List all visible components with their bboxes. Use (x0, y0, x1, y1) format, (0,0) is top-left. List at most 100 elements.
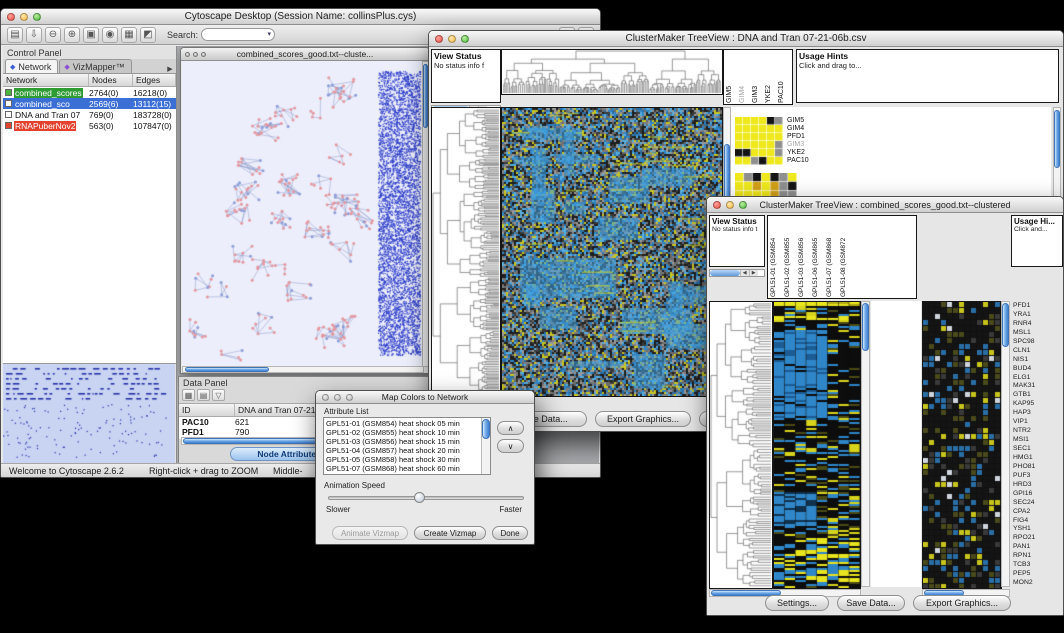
network-overview-panel[interactable] (3, 363, 176, 463)
gene-label[interactable]: KAP95 (1013, 399, 1063, 408)
move-down-button[interactable]: ∨ (497, 439, 524, 453)
gene-label[interactable]: NIS1 (1013, 355, 1063, 364)
gene-label[interactable]: CLN1 (1013, 346, 1063, 355)
row-label[interactable]: GIM4 (787, 125, 809, 133)
row-dendrogram-canvas[interactable] (709, 301, 773, 589)
maximize-button[interactable] (346, 394, 353, 401)
close-button[interactable] (7, 13, 15, 21)
network-row[interactable]: combined_sco 2569(6) 13112(15) (3, 98, 176, 109)
gene-label[interactable]: SEC1 (1013, 444, 1063, 453)
column-label[interactable]: PAC10 (778, 51, 790, 103)
gene-label[interactable]: BUD4 (1013, 364, 1063, 373)
view-status-scrollbar[interactable]: ◀ ▶ (709, 269, 765, 277)
network-table-header-cell[interactable]: Nodes (89, 74, 133, 86)
tab-overflow-arrow[interactable]: ▶ (164, 65, 176, 73)
close-button[interactable] (322, 394, 329, 401)
chevron-down-icon[interactable]: ▾ (268, 30, 272, 38)
attribute-item[interactable]: GPL51-07 (GSM868) heat shock 60 min (326, 464, 480, 473)
scrollbar-thumb[interactable] (1002, 303, 1009, 347)
row-label[interactable]: PFD1 (787, 133, 809, 141)
zoom-fit-icon[interactable]: ▣ (83, 27, 99, 43)
scrollbar-thumb[interactable] (1054, 110, 1060, 168)
gene-label[interactable]: MON2 (1013, 578, 1063, 587)
attribute-item[interactable]: GPL51-03 (GSM856) heat shock 15 min (326, 437, 480, 446)
combined-heatmap-canvas[interactable] (773, 301, 861, 589)
inner-minimize-button[interactable] (193, 52, 198, 57)
gene-label[interactable]: TCB3 (1013, 560, 1063, 569)
gene-label[interactable]: VIP1 (1013, 417, 1063, 426)
zoom-out-icon[interactable]: ⊖ (45, 27, 61, 43)
column-label[interactable]: GIM3 (752, 51, 764, 103)
gene-label[interactable]: PUF3 (1013, 471, 1063, 480)
animate-vizmap-button[interactable]: Animate Vizmap (332, 526, 408, 540)
import-icon[interactable]: ⇩ (26, 27, 42, 43)
maximize-button[interactable] (739, 201, 747, 209)
scrollbar-thumb[interactable] (482, 419, 490, 439)
column-label[interactable]: GIM4 (739, 51, 751, 103)
network-overview-canvas[interactable] (3, 364, 175, 463)
column-label[interactable]: GPL51-08 (GSM872 (840, 217, 853, 297)
gene-label[interactable]: HAP3 (1013, 408, 1063, 417)
search-input[interactable]: ▾ (201, 28, 275, 41)
scrollbar-thumb[interactable] (862, 303, 869, 351)
map-dialog-titlebar[interactable]: Map Colors to Network (316, 391, 534, 404)
open-folder-icon[interactable]: ▤ (7, 27, 23, 43)
column-label[interactable]: GIM5 (726, 51, 738, 103)
move-up-button[interactable]: ∧ (497, 421, 524, 435)
network-canvas[interactable] (182, 61, 424, 367)
network-table-header-cell[interactable]: Network (3, 74, 89, 86)
network-table-header-cell[interactable]: Edges (133, 74, 176, 86)
gene-label[interactable]: CPA2 (1013, 507, 1063, 516)
create-vizmap-button[interactable]: Create Vizmap (414, 526, 486, 540)
attribute-item[interactable]: GPL51-05 (GSM858) heat shock 30 min (326, 455, 480, 464)
maximize-button[interactable] (461, 35, 469, 43)
row-label[interactable]: YKE2 (787, 149, 809, 157)
gene-label[interactable]: PAN1 (1013, 542, 1063, 551)
inner-maximize-button[interactable] (201, 52, 206, 57)
scrollbar-thumb[interactable] (185, 367, 269, 372)
row-dendrogram-canvas[interactable] (431, 107, 501, 397)
network-row[interactable]: DNA and Tran 07 769(0) 183728(0) (3, 109, 176, 120)
gene-label[interactable]: PEP5 (1013, 569, 1063, 578)
dna-heatmap-canvas[interactable] (501, 107, 723, 397)
row-label[interactable]: PAC10 (787, 157, 809, 165)
slider-thumb[interactable] (414, 492, 425, 503)
gene-label[interactable]: PFD1 (1013, 301, 1063, 310)
control-panel-tab[interactable]: ◆ VizMapper™ (59, 59, 131, 73)
select-attributes-icon[interactable]: ▤ (197, 389, 210, 401)
attribute-list-vscrollbar[interactable] (481, 418, 490, 474)
done-button[interactable]: Done (492, 526, 528, 540)
gene-label[interactable]: SEC24 (1013, 498, 1063, 507)
gene-label[interactable]: HRD3 (1013, 480, 1063, 489)
gene-label[interactable]: RPO21 (1013, 533, 1063, 542)
attribute-listbox[interactable]: GPL51-01 (GSM854) heat shock 05 minGPL51… (323, 417, 491, 475)
main-titlebar[interactable]: Cytoscape Desktop (Session Name: collins… (1, 9, 600, 25)
gene-label[interactable]: GPI16 (1013, 489, 1063, 498)
gene-label[interactable]: YSH1 (1013, 524, 1063, 533)
attribute-table-icon[interactable]: ▦ (182, 389, 195, 401)
gene-label[interactable]: YRA1 (1013, 310, 1063, 319)
gene-label[interactable]: HMG1 (1013, 453, 1063, 462)
minimize-button[interactable] (334, 394, 341, 401)
overview-icon[interactable]: ▦ (121, 27, 137, 43)
export-graphics-button[interactable]: Export Graphics... (913, 595, 1011, 611)
gene-label[interactable]: NTR2 (1013, 426, 1063, 435)
inner-close-button[interactable] (185, 52, 190, 57)
column-label[interactable]: GPL51-02 (GSM855 (784, 217, 797, 297)
row-label[interactable]: GIM5 (787, 117, 809, 125)
column-dendrogram-canvas[interactable] (501, 49, 723, 95)
close-button[interactable] (435, 35, 443, 43)
gene-label[interactable]: SPC98 (1013, 337, 1063, 346)
gene-label[interactable]: MSI1 (1013, 435, 1063, 444)
attribute-item[interactable]: GPL51-02 (GSM855) heat shock 10 min (326, 428, 480, 437)
vizmapper-icon[interactable]: ◩ (140, 27, 156, 43)
close-button[interactable] (713, 201, 721, 209)
column-label[interactable]: GPL51-06 (GSM865 (812, 217, 825, 297)
dna-zoom-matrix-canvas[interactable] (735, 117, 783, 165)
animation-speed-slider[interactable] (328, 496, 524, 500)
zoom-in-icon[interactable]: ⊕ (64, 27, 80, 43)
column-label[interactable]: GPL51-07 (GSM868 (826, 217, 839, 297)
attribute-item[interactable]: GPL51-04 (GSM857) heat shock 20 min (326, 446, 480, 455)
trash-icon[interactable]: ▽ (212, 389, 225, 401)
minimize-button[interactable] (448, 35, 456, 43)
